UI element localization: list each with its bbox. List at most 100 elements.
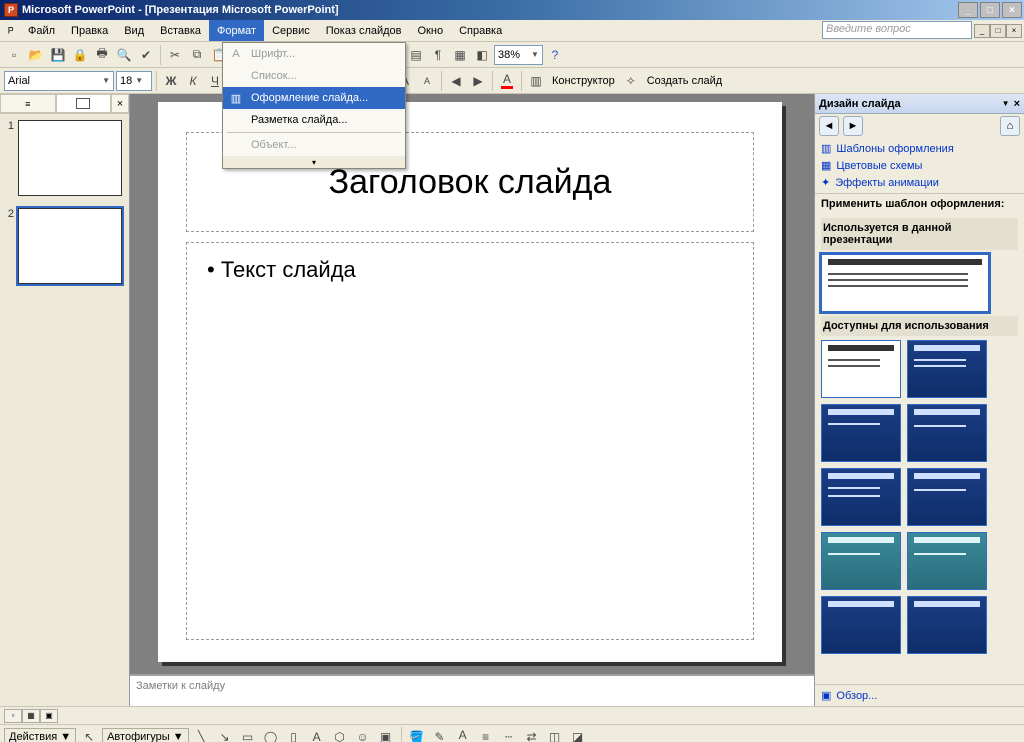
- slide-canvas[interactable]: Заголовок слайда Текст слайда: [130, 94, 814, 674]
- notes-pane[interactable]: Заметки к слайду: [130, 674, 814, 706]
- menu-file[interactable]: Файл: [20, 20, 63, 41]
- line-color-icon[interactable]: ✎: [430, 727, 450, 742]
- open-icon[interactable]: 📂: [26, 45, 46, 65]
- restore-button[interactable]: □: [980, 2, 1000, 18]
- actions-menu[interactable]: Действия▼: [4, 728, 76, 742]
- mdi-minimize[interactable]: _: [974, 24, 990, 38]
- clipart-icon[interactable]: ☺: [353, 727, 373, 742]
- menu-view[interactable]: Вид: [116, 20, 152, 41]
- expand-all-icon[interactable]: ▤: [406, 45, 426, 65]
- help-icon[interactable]: ?: [545, 45, 565, 65]
- thumb-1[interactable]: 1: [4, 120, 125, 196]
- line-icon[interactable]: ╲: [192, 727, 212, 742]
- diagram-icon[interactable]: ⬡: [330, 727, 350, 742]
- template-item[interactable]: [821, 596, 901, 654]
- shadow-style-icon[interactable]: ◫: [545, 727, 565, 742]
- nav-back-button[interactable]: ◄: [819, 116, 839, 136]
- ask-question-input[interactable]: Введите вопрос: [822, 21, 972, 39]
- taskpane-close-icon[interactable]: ×: [1014, 98, 1020, 110]
- arrow-icon[interactable]: ↘: [215, 727, 235, 742]
- body-placeholder[interactable]: Текст слайда: [186, 242, 754, 640]
- designer-label[interactable]: Конструктор: [548, 75, 619, 87]
- zoom-combo[interactable]: 38%▼: [494, 45, 543, 65]
- fill-color-icon[interactable]: 🪣: [407, 727, 427, 742]
- minimize-button[interactable]: _: [958, 2, 978, 18]
- menu-slideshow[interactable]: Показ слайдов: [318, 20, 410, 41]
- 3d-style-icon[interactable]: ◪: [568, 727, 588, 742]
- copy-icon[interactable]: ⧉: [187, 45, 207, 65]
- link-color-schemes[interactable]: ▦Цветовые схемы: [821, 159, 1018, 172]
- menu-help[interactable]: Справка: [451, 20, 510, 41]
- menu-format[interactable]: Формат: [209, 20, 264, 41]
- nav-home-button[interactable]: ⌂: [1000, 116, 1020, 136]
- menu-window[interactable]: Окно: [410, 20, 452, 41]
- increase-indent-icon[interactable]: ▶: [468, 71, 488, 91]
- bold-button[interactable]: Ж: [161, 71, 181, 91]
- line-style-icon[interactable]: ≡: [476, 727, 496, 742]
- grid-icon[interactable]: ▦: [450, 45, 470, 65]
- template-current[interactable]: [821, 254, 989, 312]
- new-slide-icon[interactable]: ✧: [621, 71, 641, 91]
- decrease-indent-icon[interactable]: ◀: [446, 71, 466, 91]
- menu-font[interactable]: AШрифт...: [223, 43, 405, 65]
- mdi-close[interactable]: ×: [1006, 24, 1022, 38]
- template-item[interactable]: [907, 468, 987, 526]
- color-gray-icon[interactable]: ◧: [472, 45, 492, 65]
- menu-slide-design[interactable]: ▥Оформление слайда...: [223, 87, 405, 109]
- wordart-icon[interactable]: A: [307, 727, 327, 742]
- taskpane-dropdown-icon[interactable]: ▼: [998, 99, 1014, 108]
- spellcheck-icon[interactable]: ✔: [136, 45, 156, 65]
- picture-icon[interactable]: ▣: [376, 727, 396, 742]
- new-slide-label[interactable]: Создать слайд: [643, 75, 726, 87]
- normal-view-button[interactable]: ▫: [4, 709, 22, 723]
- save-icon[interactable]: 💾: [48, 45, 68, 65]
- template-item[interactable]: [821, 468, 901, 526]
- menu-object[interactable]: Объект...: [223, 134, 405, 156]
- thumb-2[interactable]: 2: [4, 208, 125, 284]
- menu-list[interactable]: Список...: [223, 65, 405, 87]
- print-icon[interactable]: 🖶: [92, 45, 112, 65]
- link-animation[interactable]: ✦Эффекты анимации: [821, 176, 1018, 189]
- oval-icon[interactable]: ◯: [261, 727, 281, 742]
- font-combo[interactable]: Arial▼: [4, 71, 114, 91]
- sorter-view-button[interactable]: ▦: [22, 709, 40, 723]
- slideshow-view-button[interactable]: ▣: [40, 709, 58, 723]
- autoshapes-menu[interactable]: Автофигуры▼: [102, 728, 188, 742]
- font-color-icon2[interactable]: A: [453, 727, 473, 742]
- slides-tab[interactable]: [56, 94, 112, 113]
- textbox-icon[interactable]: ▯: [284, 727, 304, 742]
- italic-button[interactable]: К: [183, 71, 203, 91]
- close-panel-button[interactable]: ×: [111, 94, 129, 113]
- outline-tab[interactable]: ≡: [0, 94, 56, 113]
- menu-expand-chevron[interactable]: ▾: [223, 156, 405, 168]
- select-icon[interactable]: ↖: [79, 727, 99, 742]
- rectangle-icon[interactable]: ▭: [238, 727, 258, 742]
- new-doc-icon[interactable]: ▫: [4, 45, 24, 65]
- font-size-combo[interactable]: 18▼: [116, 71, 152, 91]
- mdi-restore[interactable]: □: [990, 24, 1006, 38]
- decrease-font-icon[interactable]: A: [417, 71, 437, 91]
- dash-style-icon[interactable]: ┄: [499, 727, 519, 742]
- template-item[interactable]: [907, 532, 987, 590]
- show-format-icon[interactable]: ¶: [428, 45, 448, 65]
- template-item[interactable]: [821, 532, 901, 590]
- template-item[interactable]: [907, 404, 987, 462]
- template-item[interactable]: [907, 596, 987, 654]
- print-preview-icon[interactable]: 🔍: [114, 45, 134, 65]
- template-item[interactable]: [821, 404, 901, 462]
- menu-slide-layout[interactable]: Разметка слайда...: [223, 109, 405, 131]
- designer-icon[interactable]: ▥: [526, 71, 546, 91]
- menu-insert[interactable]: Вставка: [152, 20, 209, 41]
- menu-service[interactable]: Сервис: [264, 20, 318, 41]
- font-color-icon[interactable]: A: [497, 71, 517, 91]
- browse-link[interactable]: ▣Обзор...: [815, 684, 1024, 706]
- arrow-style-icon[interactable]: ⇄: [522, 727, 542, 742]
- permission-icon[interactable]: 🔒: [70, 45, 90, 65]
- close-button[interactable]: ×: [1002, 2, 1022, 18]
- nav-forward-button[interactable]: ►: [843, 116, 863, 136]
- menu-edit[interactable]: Правка: [63, 20, 116, 41]
- cut-icon[interactable]: ✂: [165, 45, 185, 65]
- link-templates[interactable]: ▥Шаблоны оформления: [821, 142, 1018, 155]
- template-item[interactable]: [907, 340, 987, 398]
- template-item[interactable]: [821, 340, 901, 398]
